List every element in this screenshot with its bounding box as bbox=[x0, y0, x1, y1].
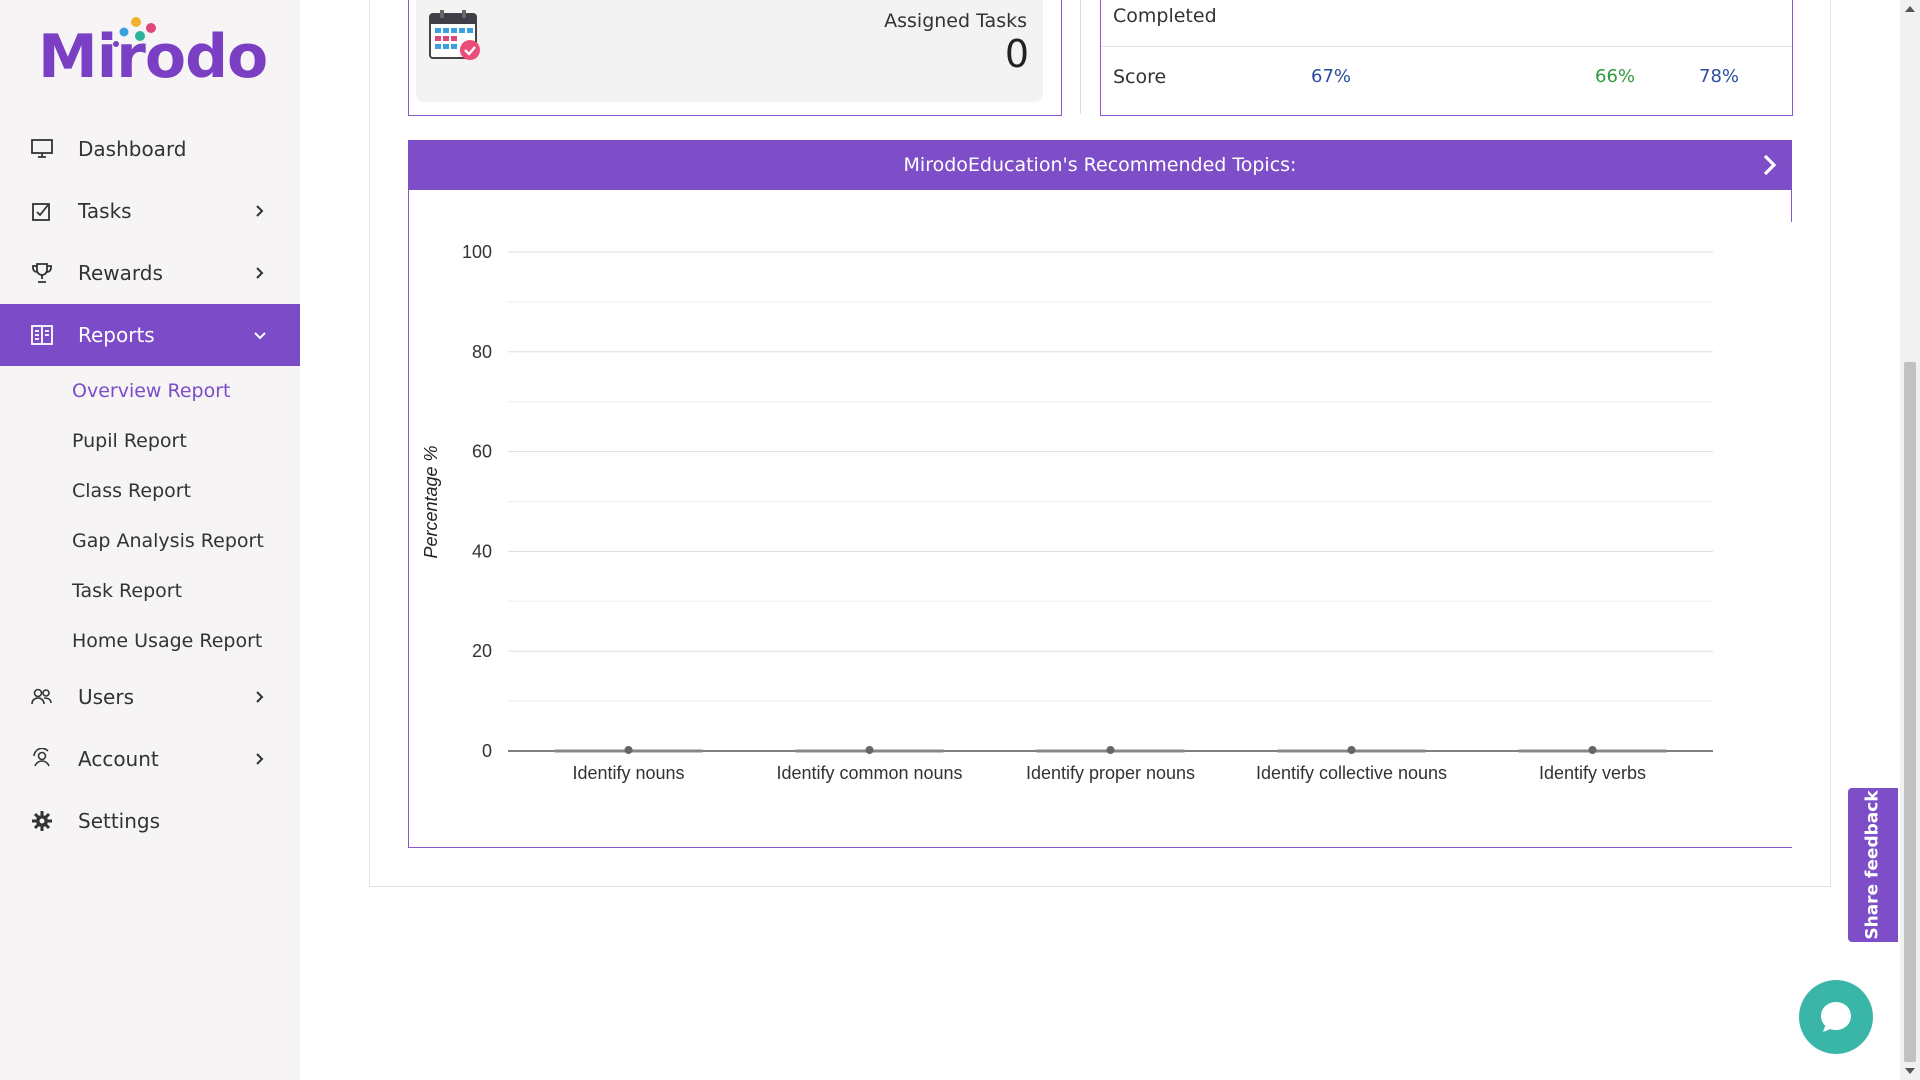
y-tick-label: 0 bbox=[482, 741, 492, 761]
page-scrollbar[interactable] bbox=[1900, 0, 1920, 1080]
data-point bbox=[1106, 746, 1115, 754]
sidebar-subitem-home-usage-report[interactable]: Home Usage Report bbox=[0, 616, 300, 666]
sidebar-item-label: Tasks bbox=[78, 199, 132, 223]
sidebar-item-label: Account bbox=[78, 747, 159, 771]
sidebar-item-tasks[interactable]: Tasks bbox=[0, 180, 300, 242]
y-tick-label: 40 bbox=[472, 541, 492, 561]
sidebar-item-label: Users bbox=[78, 685, 135, 709]
sidebar-nav: Dashboard Tasks Rewards Reports Overview… bbox=[0, 118, 300, 852]
data-point bbox=[865, 746, 874, 754]
recommended-topics-chart: 0 20 40 60 80 100 Percentage % Identify nouns Id… bbox=[421, 242, 1713, 783]
reports-icon bbox=[30, 323, 54, 347]
chat-bubble-icon bbox=[1821, 1002, 1851, 1032]
chevron-down-icon bbox=[254, 332, 266, 340]
mirodo-logo[interactable]: Mirodo bbox=[38, 14, 268, 94]
x-tick-label: Identify collective nouns bbox=[1256, 763, 1447, 783]
scroll-thumb[interactable] bbox=[1904, 362, 1916, 1062]
y-tick-label: 100 bbox=[462, 242, 492, 262]
users-icon bbox=[30, 685, 54, 709]
chevron-right-icon[interactable] bbox=[1758, 152, 1782, 178]
y-tick-label: 80 bbox=[472, 342, 492, 362]
sidebar: Mirodo Dashboard Tasks Rewards Reports O… bbox=[0, 0, 300, 1080]
sidebar-item-reports[interactable]: Reports bbox=[0, 304, 300, 366]
panel-divider bbox=[1080, 0, 1081, 114]
trophy-icon bbox=[30, 261, 54, 285]
data-point bbox=[1588, 746, 1597, 754]
x-tick-label: Identify nouns bbox=[572, 763, 684, 783]
account-icon bbox=[30, 747, 54, 771]
assigned-tasks-tile: Assigned Tasks 0 bbox=[416, 0, 1043, 102]
score-value-3: 78% bbox=[1699, 66, 1740, 87]
chevron-right-icon bbox=[256, 205, 264, 217]
x-tick-label: Identify proper nouns bbox=[1026, 763, 1195, 783]
scroll-up-arrow-icon[interactable] bbox=[1905, 6, 1915, 12]
chat-button[interactable] bbox=[1799, 980, 1873, 1054]
sidebar-item-rewards[interactable]: Rewards bbox=[0, 242, 300, 304]
sidebar-item-dashboard[interactable]: Dashboard bbox=[0, 118, 300, 180]
sidebar-item-label: Rewards bbox=[78, 261, 163, 285]
share-feedback-label: Share feedback bbox=[1863, 790, 1883, 940]
assigned-tasks-value: 0 bbox=[1004, 32, 1029, 76]
sidebar-subitem-pupil-report[interactable]: Pupil Report bbox=[0, 416, 300, 466]
sidebar-item-users[interactable]: Users bbox=[0, 666, 300, 728]
share-feedback-button[interactable]: Share feedback bbox=[1848, 788, 1898, 942]
score-value-2: 66% bbox=[1595, 66, 1636, 87]
y-axis-label: Percentage % bbox=[421, 445, 441, 558]
data-point bbox=[1347, 746, 1356, 754]
recommended-topics-header: MirodoEducation's Recommended Topics: bbox=[408, 140, 1792, 190]
chevron-right-icon bbox=[256, 267, 264, 279]
monitor-icon bbox=[30, 137, 54, 161]
sidebar-subitem-task-report[interactable]: Task Report bbox=[0, 566, 300, 616]
score-value-1: 67% bbox=[1311, 66, 1352, 87]
calendar-icon bbox=[429, 10, 480, 60]
assigned-tasks-label: Assigned Tasks bbox=[884, 10, 1027, 32]
panel-edge bbox=[1791, 190, 1792, 222]
chevron-right-icon bbox=[256, 691, 264, 703]
score-label: Score bbox=[1113, 66, 1167, 88]
tasks-icon bbox=[30, 199, 54, 223]
sidebar-item-account[interactable]: Account bbox=[0, 728, 300, 790]
sidebar-item-label: Reports bbox=[78, 323, 155, 347]
completed-label: Completed bbox=[1113, 5, 1217, 27]
sidebar-item-label: Dashboard bbox=[78, 137, 187, 161]
scroll-down-arrow-icon[interactable] bbox=[1905, 1068, 1915, 1074]
stats-panel: Completed Score 67% 66% 78% bbox=[1100, 0, 1793, 116]
stats-divider bbox=[1101, 46, 1792, 47]
recommended-topics-title: MirodoEducation's Recommended Topics: bbox=[903, 154, 1297, 176]
sidebar-subitem-overview-report[interactable]: Overview Report bbox=[0, 366, 300, 416]
x-tick-label: Identify common nouns bbox=[776, 763, 962, 783]
sidebar-item-label: Settings bbox=[78, 809, 161, 833]
sidebar-item-settings[interactable]: Settings bbox=[0, 790, 300, 852]
gear-icon bbox=[30, 809, 54, 833]
sidebar-subitem-gap-analysis-report[interactable]: Gap Analysis Report bbox=[0, 516, 300, 566]
x-tick-label: Identify verbs bbox=[1539, 763, 1646, 783]
data-point bbox=[624, 746, 633, 754]
sidebar-subitem-class-report[interactable]: Class Report bbox=[0, 466, 300, 516]
y-tick-label: 20 bbox=[472, 641, 492, 661]
y-tick-label: 60 bbox=[472, 442, 492, 462]
logo-text: Mirodo bbox=[38, 22, 268, 92]
chevron-right-icon bbox=[256, 753, 264, 765]
